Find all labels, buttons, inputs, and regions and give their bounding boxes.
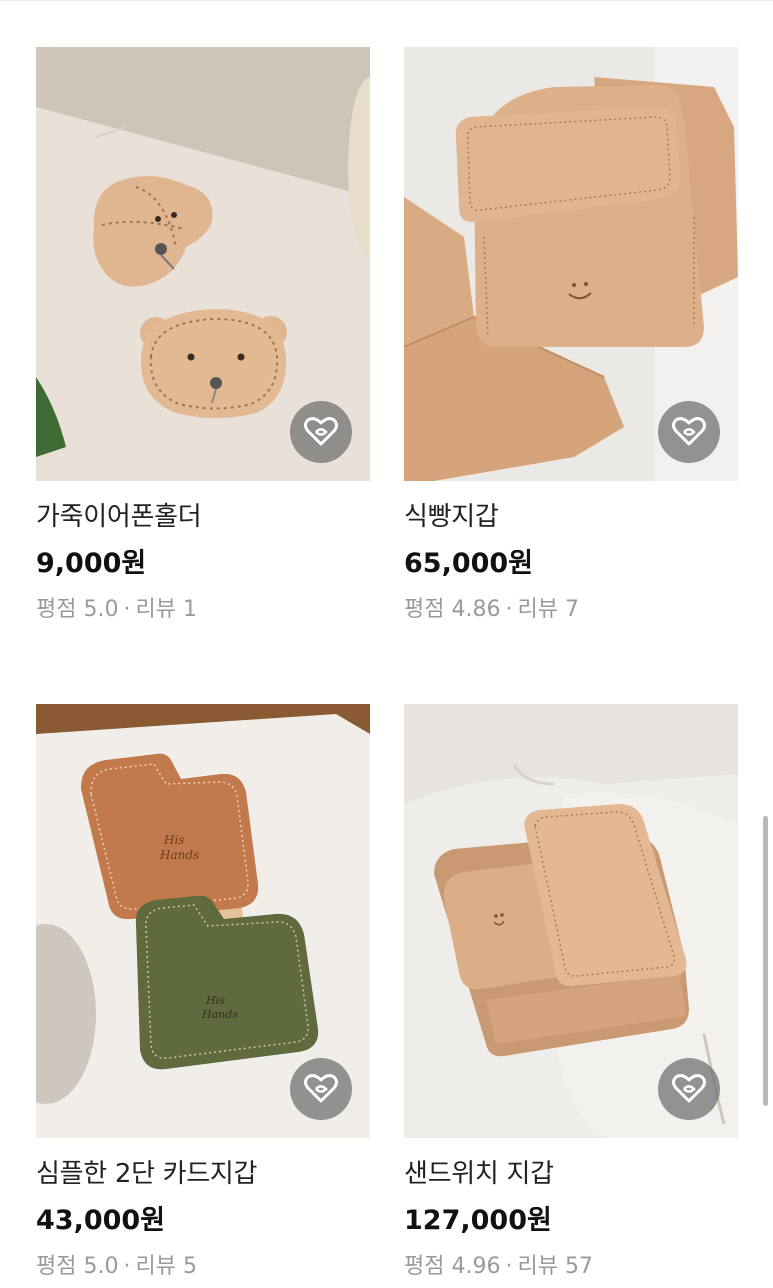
product-name[interactable]: 심플한 2단 카드지갑 (36, 1153, 257, 1190)
review-label: 리뷰 (517, 1254, 558, 1279)
rating-label: 평점 (404, 1254, 445, 1279)
product-rating-meta: 평점 4.86 · 리뷰 7 (404, 591, 579, 623)
product-rating-meta: 평점 4.96 · 리뷰 57 (404, 1248, 593, 1280)
rating-label: 평점 (36, 597, 77, 622)
wishlist-button[interactable] (290, 1058, 352, 1120)
product-price: 43,000원 (36, 1205, 166, 1236)
review-count: 5 (182, 1254, 197, 1279)
separator-dot: · (505, 597, 513, 622)
heart-icon (304, 417, 338, 446)
wishlist-button[interactable] (290, 401, 352, 463)
product-image-bread-wallet[interactable] (404, 47, 738, 481)
product-name[interactable]: 샌드위치 지갑 (404, 1153, 554, 1190)
product-name[interactable]: 식빵지갑 (404, 496, 499, 533)
wishlist-button[interactable] (658, 1058, 720, 1120)
product-card[interactable]: His Hands His Hands 심플한 2단 카드지갑 43,000원 … (36, 704, 370, 1288)
product-card[interactable]: 식빵지갑 65,000원 평점 4.86 · 리뷰 7 (404, 47, 738, 637)
heart-icon (672, 1074, 706, 1103)
product-rating-meta: 평점 5.0 · 리뷰 5 (36, 1248, 197, 1280)
wishlist-button[interactable] (658, 401, 720, 463)
top-divider (0, 0, 773, 1)
separator-dot: · (123, 1254, 131, 1279)
product-image-earphone-holder[interactable] (36, 47, 370, 481)
svg-text:Hands: Hands (201, 1008, 238, 1021)
product-rating-meta: 평점 5.0 · 리뷰 1 (36, 591, 197, 623)
heart-icon (304, 1074, 338, 1103)
heart-icon (672, 417, 706, 446)
review-label: 리뷰 (517, 597, 558, 622)
review-count: 7 (564, 597, 579, 622)
review-label: 리뷰 (135, 597, 176, 622)
product-image-card-wallet[interactable]: His Hands His Hands (36, 704, 370, 1138)
rating-value: 4.86 (451, 597, 501, 622)
product-card[interactable]: 샌드위치 지갑 127,000원 평점 4.96 · 리뷰 57 (404, 704, 738, 1288)
product-name[interactable]: 가죽이어폰홀더 (36, 496, 202, 533)
separator-dot: · (123, 597, 131, 622)
svg-text:Hands: Hands (159, 848, 199, 862)
product-price: 127,000원 (404, 1205, 552, 1236)
scrollbar[interactable] (763, 816, 768, 1106)
rating-value: 4.96 (451, 1254, 501, 1279)
product-price: 65,000원 (404, 548, 534, 579)
review-label: 리뷰 (135, 1254, 176, 1279)
review-count: 57 (564, 1254, 593, 1279)
svg-text:His: His (205, 994, 225, 1007)
product-card[interactable]: 가죽이어폰홀더 9,000원 평점 5.0 · 리뷰 1 (36, 47, 370, 637)
rating-value: 5.0 (83, 597, 119, 622)
product-image-sandwich-wallet[interactable] (404, 704, 738, 1138)
review-count: 1 (182, 597, 197, 622)
separator-dot: · (505, 1254, 513, 1279)
rating-value: 5.0 (83, 1254, 119, 1279)
product-price: 9,000원 (36, 548, 147, 579)
rating-label: 평점 (36, 1254, 77, 1279)
svg-text:His: His (163, 833, 184, 847)
rating-label: 평점 (404, 597, 445, 622)
